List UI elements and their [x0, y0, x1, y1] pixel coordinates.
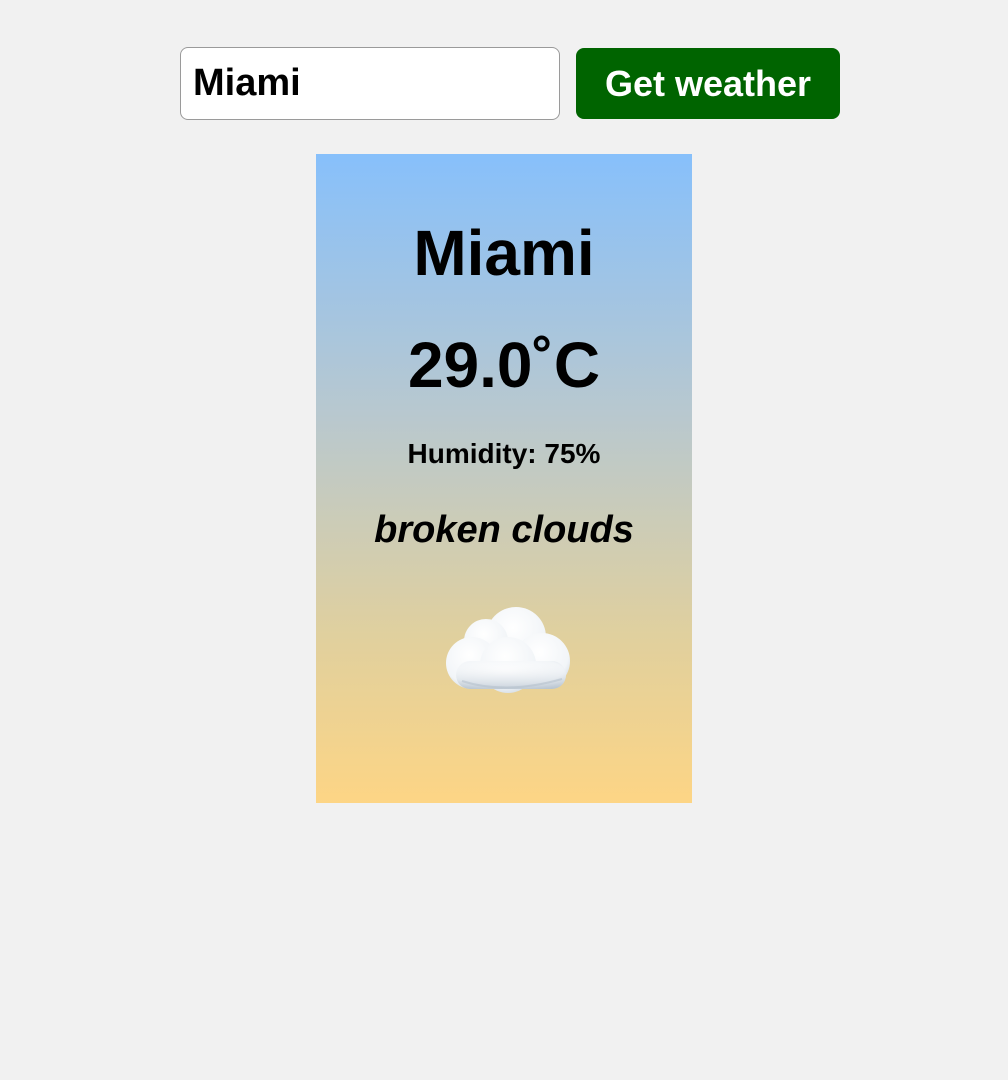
- humidity: Humidity: 75%: [407, 438, 601, 469]
- city-name: Miami: [413, 217, 595, 289]
- weather-card: Miami 29.0˚C Humidity: 75% broken clouds: [316, 154, 692, 803]
- weather-app: Get weather Miami 29.0˚C Humidity: 75% b…: [0, 0, 1008, 1080]
- weather-description: broken clouds: [374, 509, 634, 551]
- temperature: 29.0˚C: [407, 329, 601, 401]
- get-weather-button[interactable]: Get weather: [576, 48, 840, 119]
- city-search-input[interactable]: [180, 47, 560, 120]
- cloud-icon: [446, 607, 570, 693]
